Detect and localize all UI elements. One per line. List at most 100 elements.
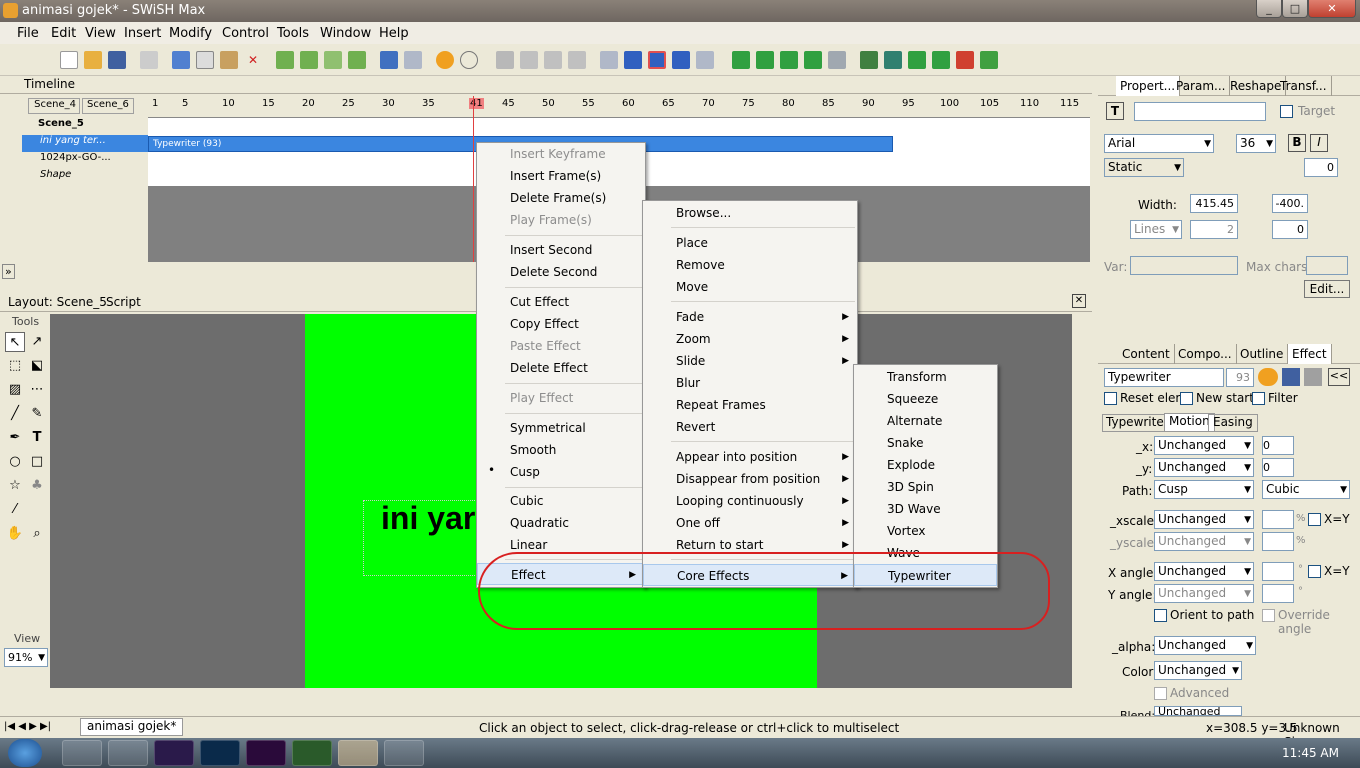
- cut-icon[interactable]: [172, 51, 190, 69]
- effect-settings-icon[interactable]: [1304, 368, 1322, 386]
- line-tool-icon[interactable]: ╱: [5, 404, 25, 424]
- undo-icon[interactable]: [380, 51, 398, 69]
- menu-move[interactable]: Move: [643, 276, 857, 298]
- menu-modify[interactable]: Modify: [169, 26, 212, 41]
- tab-layout[interactable]: Layout: Scene_5: [8, 295, 107, 309]
- color-select[interactable]: Unchanged ▼: [1154, 661, 1242, 680]
- menu-3d-wave[interactable]: 3D Wave: [854, 498, 997, 520]
- menu-return-to-start[interactable]: Return to start ▶: [643, 534, 857, 556]
- menu-looping-continuously[interactable]: Looping continuously ▶: [643, 490, 857, 512]
- menu-repeat-frames[interactable]: Repeat Frames: [643, 394, 857, 416]
- menu-insert[interactable]: Insert: [124, 26, 161, 41]
- copy-icon[interactable]: [196, 51, 214, 69]
- tab-content[interactable]: Content: [1118, 344, 1175, 364]
- xscale-select[interactable]: Unchanged ▼: [1154, 510, 1254, 529]
- insert-effect-5-icon[interactable]: [956, 51, 974, 69]
- menu-edit[interactable]: Edit: [51, 26, 76, 41]
- hand-tool-icon[interactable]: ✋: [5, 524, 25, 544]
- insert-effect-icon[interactable]: [860, 51, 878, 69]
- current-frame-icon[interactable]: [648, 51, 666, 69]
- xy-scale-checkbox[interactable]: [1308, 513, 1321, 526]
- tab-effect[interactable]: Effect: [1288, 344, 1332, 364]
- yangle-select[interactable]: Unchanged ▼: [1154, 584, 1254, 603]
- advanced-checkbox[interactable]: [1154, 687, 1167, 700]
- menu-typewriter[interactable]: Typewriter: [854, 564, 997, 586]
- last-frame-icon[interactable]: [696, 51, 714, 69]
- redo-icon[interactable]: [404, 51, 422, 69]
- pencil-tool-icon[interactable]: ✎: [27, 404, 47, 424]
- start-button-icon[interactable]: [8, 739, 42, 767]
- insert-effect-4-icon[interactable]: [932, 51, 950, 69]
- tab-transform[interactable]: Transf...: [1276, 76, 1332, 96]
- eyedropper-tool-icon[interactable]: ⁄: [5, 500, 25, 520]
- y-value-input[interactable]: 0: [1262, 458, 1294, 477]
- zoom-tool-icon[interactable]: ⌕: [27, 524, 47, 544]
- frame-ruler[interactable]: 1 5 10 15 20 25 30 35 41 45 50 55 60 65 …: [148, 96, 1090, 118]
- photoshop-task-icon[interactable]: [200, 740, 240, 766]
- menu-vortex[interactable]: Vortex: [854, 520, 997, 542]
- orient-to-path-checkbox[interactable]: [1154, 609, 1167, 622]
- star-tool-icon[interactable]: ☆: [5, 476, 25, 496]
- stop-icon[interactable]: [496, 51, 514, 69]
- menu-zoom[interactable]: Zoom ▶: [643, 328, 857, 350]
- text-mode-select[interactable]: Static ▼: [1104, 158, 1184, 177]
- insert-effect-2-icon[interactable]: [884, 51, 902, 69]
- menu-core-effects[interactable]: Core Effects ▶: [643, 564, 857, 586]
- after-effects-task-icon[interactable]: [154, 740, 194, 766]
- menu-blur[interactable]: Blur: [643, 372, 857, 394]
- layer-text[interactable]: ini yang ter...: [22, 135, 148, 152]
- menu-view[interactable]: View: [85, 26, 116, 41]
- x-mode-select[interactable]: Unchanged ▼: [1154, 436, 1254, 455]
- yscale-input[interactable]: [1262, 532, 1294, 551]
- swish-task-icon[interactable]: [338, 740, 378, 766]
- ellipse-tool-icon[interactable]: ○: [5, 452, 25, 472]
- close-button[interactable]: ✕: [1308, 0, 1356, 18]
- effect-frames-input[interactable]: 93: [1226, 368, 1254, 387]
- collapse-button[interactable]: <<: [1328, 368, 1350, 386]
- play-icon[interactable]: [520, 51, 538, 69]
- path-curve-select[interactable]: Cubic ▼: [1262, 480, 1350, 499]
- spacing-input[interactable]: -400.: [1272, 194, 1308, 213]
- menu-delete-effect[interactable]: Delete Effect: [477, 357, 645, 379]
- bold-button[interactable]: B: [1288, 134, 1306, 152]
- effect-name-input[interactable]: Typewriter: [1104, 368, 1224, 387]
- xscale-input[interactable]: [1262, 510, 1294, 529]
- y-mode-select[interactable]: Unchanged ▼: [1154, 458, 1254, 477]
- blend-select[interactable]: Unchanged: [1154, 706, 1242, 716]
- menu-linear[interactable]: Linear: [477, 534, 645, 556]
- font-select[interactable]: Arial ▼: [1104, 134, 1214, 153]
- menu-one-off[interactable]: One off ▶: [643, 512, 857, 534]
- tab-properties[interactable]: Propert...: [1116, 76, 1181, 96]
- context-help-icon[interactable]: [460, 51, 478, 69]
- edit-button[interactable]: Edit...: [1304, 280, 1350, 298]
- filter-checkbox[interactable]: [1252, 392, 1265, 405]
- paste-icon[interactable]: [220, 51, 238, 69]
- menu-browse[interactable]: Browse...: [643, 202, 857, 224]
- move-bottom-icon[interactable]: [348, 51, 366, 69]
- maximize-button[interactable]: □: [1282, 0, 1308, 18]
- subtab-typewriter[interactable]: Typewriter: [1102, 414, 1173, 432]
- menu-quadratic[interactable]: Quadratic: [477, 512, 645, 534]
- tab-outline[interactable]: Outline: [1236, 344, 1289, 364]
- insert-button-icon[interactable]: [780, 51, 798, 69]
- move-up-icon[interactable]: [276, 51, 294, 69]
- excel-task-icon[interactable]: [292, 740, 332, 766]
- layer-scene[interactable]: Scene_5: [22, 118, 148, 135]
- menu-tools[interactable]: Tools: [277, 26, 309, 41]
- expand-button[interactable]: »: [2, 264, 15, 279]
- reset-elements-checkbox[interactable]: [1104, 392, 1117, 405]
- insert-scene-icon[interactable]: [732, 51, 750, 69]
- effect-open-icon[interactable]: [1258, 368, 1278, 386]
- lines-count-input[interactable]: 2: [1190, 220, 1238, 239]
- autoshape-tool-icon[interactable]: ♣: [27, 476, 47, 496]
- lines-select[interactable]: Lines ▼: [1130, 220, 1182, 239]
- object-name-input[interactable]: [1134, 102, 1266, 121]
- new-file-icon[interactable]: [60, 51, 78, 69]
- new-start-checkbox[interactable]: [1180, 392, 1193, 405]
- menu-transform[interactable]: Transform: [854, 366, 997, 388]
- rectangle-tool-icon[interactable]: □: [27, 452, 47, 472]
- override-angle-checkbox[interactable]: [1262, 609, 1275, 622]
- pen-tool-icon[interactable]: ✒: [5, 428, 25, 448]
- insert-text-icon[interactable]: [756, 51, 774, 69]
- subtab-easing[interactable]: Easing: [1208, 414, 1258, 432]
